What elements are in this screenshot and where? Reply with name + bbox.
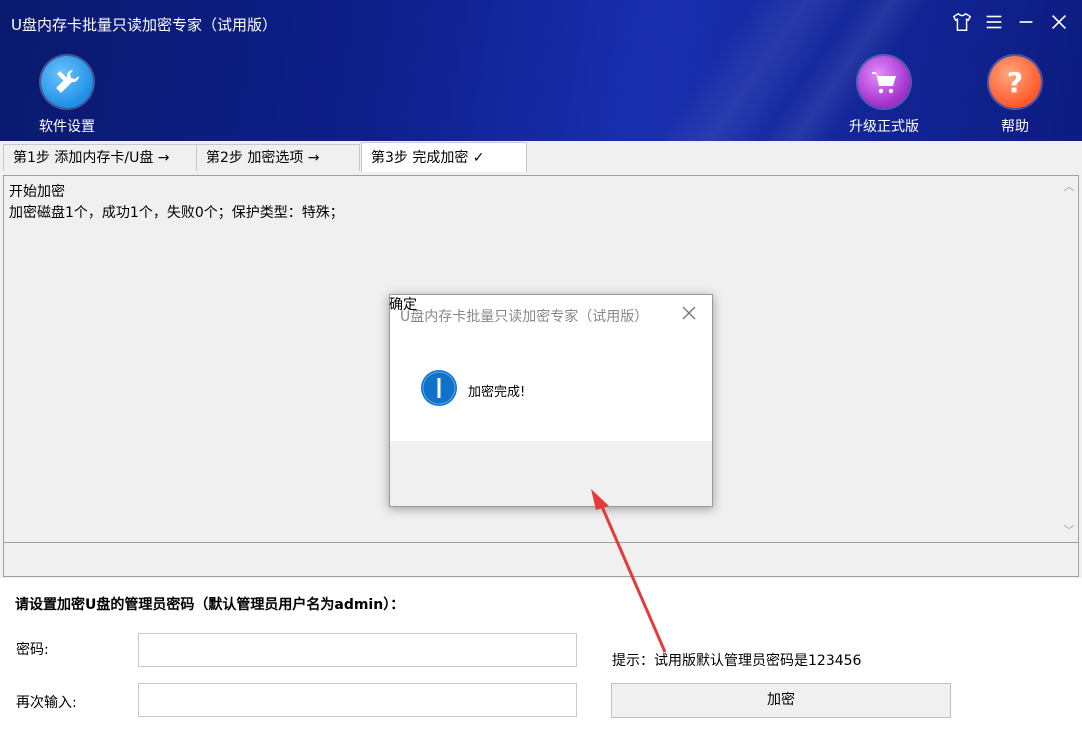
info-icon	[420, 369, 458, 407]
form-heading: 请设置加密U盘的管理员密码（默认管理员用户名为admin）：	[15, 597, 405, 613]
close-icon[interactable]	[1046, 11, 1072, 37]
window-title: U盘内存卡批量只读加密专家（试用版）	[11, 16, 277, 34]
hint-text: 提示：试用版默认管理员密码是123456	[612, 653, 862, 669]
confirm-password-input[interactable]	[138, 683, 577, 717]
upgrade-button[interactable]: 升级正式版	[839, 56, 929, 136]
svg-text:?: ?	[1007, 66, 1023, 98]
help-button[interactable]: ? 帮助	[970, 56, 1060, 136]
log-line: 开始加密	[9, 184, 65, 200]
question-icon: ?	[989, 56, 1041, 108]
settings-label: 软件设置	[39, 119, 95, 135]
dialog-title: U盘内存卡批量只读加密专家（试用版）	[400, 309, 649, 325]
wrench-icon	[41, 56, 93, 108]
upgrade-label: 升级正式版	[849, 119, 919, 135]
confirm-label: 再次输入:	[16, 695, 77, 711]
cart-icon	[858, 56, 910, 108]
scroll-up-icon[interactable]: ︿	[1060, 178, 1078, 196]
ok-button[interactable]: 确定	[389, 294, 417, 314]
step-tabs: 第1步 添加内存卡/U盘 → 第2步 加密选项 → 第3步 完成加密 ✓	[0, 141, 1082, 172]
message-dialog: U盘内存卡批量只读加密专家（试用版） 加密完成!	[389, 294, 713, 507]
password-form: 请设置加密U盘的管理员密码（默认管理员用户名为admin）： 密码: 提示：试用…	[0, 578, 1082, 733]
encrypt-button[interactable]: 加密	[611, 683, 951, 718]
scroll-down-icon[interactable]: ﹀	[1060, 522, 1078, 540]
minimize-icon[interactable]	[1013, 11, 1039, 37]
password-label: 密码:	[16, 642, 49, 658]
password-input[interactable]	[138, 633, 577, 667]
help-label: 帮助	[1001, 119, 1029, 135]
dialog-footer	[390, 441, 712, 506]
title-header: U盘内存卡批量只读加密专家（试用版） 软件设置 升级正式版 ? 帮助	[0, 0, 1082, 141]
skin-icon[interactable]	[949, 11, 975, 37]
tab-step-3[interactable]: 第3步 完成加密 ✓	[361, 142, 527, 172]
dialog-close-icon[interactable]	[680, 304, 698, 322]
dialog-message: 加密完成!	[468, 385, 526, 400]
menu-icon[interactable]	[981, 11, 1007, 37]
settings-button[interactable]: 软件设置	[22, 56, 112, 136]
tab-step-1[interactable]: 第1步 添加内存卡/U盘 →	[3, 144, 197, 171]
status-bar	[3, 543, 1079, 577]
vertical-scrollbar[interactable]: ︿ ﹀	[1060, 176, 1078, 542]
log-line: 加密磁盘1个，成功1个，失败0个；保护类型：特殊；	[9, 205, 344, 221]
tab-step-2[interactable]: 第2步 加密选项 →	[196, 144, 360, 171]
